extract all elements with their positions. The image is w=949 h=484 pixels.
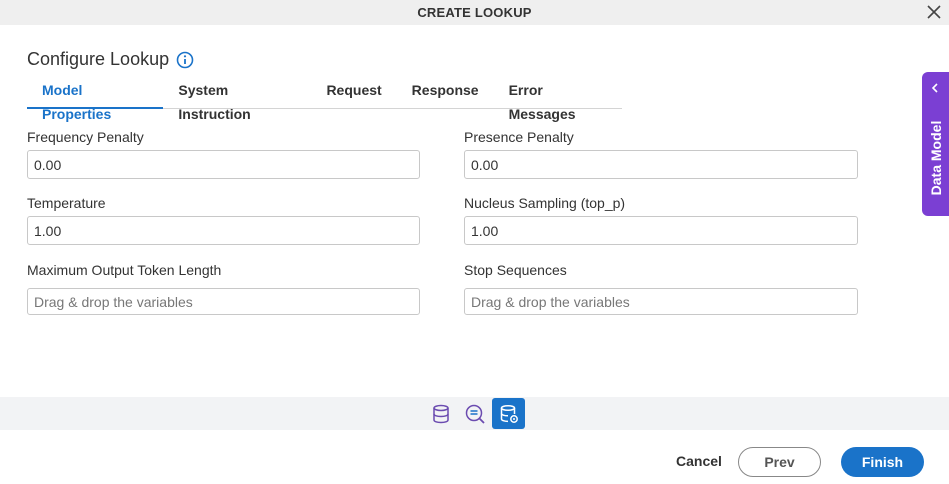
dialog-title-bar: CREATE LOOKUP	[0, 0, 949, 25]
presence-penalty-input[interactable]	[464, 150, 858, 179]
tab-model-properties[interactable]: Model Properties	[27, 78, 164, 122]
chevron-left-icon	[931, 83, 938, 93]
tab-error-messages[interactable]: Error Messages	[494, 78, 622, 122]
temperature-input[interactable]	[27, 216, 420, 245]
frequency-penalty-input[interactable]	[27, 150, 420, 179]
database-icon	[432, 404, 449, 423]
search-list-button[interactable]	[458, 398, 491, 429]
tab-bar: Model Properties System Instruction Requ…	[27, 78, 622, 122]
frequency-penalty-label: Frequency Penalty	[27, 129, 144, 145]
finish-button[interactable]: Finish	[841, 447, 924, 477]
page-title: Configure Lookup	[27, 49, 170, 69]
presence-penalty-label: Presence Penalty	[464, 129, 574, 145]
search-list-icon	[465, 404, 485, 424]
prev-button[interactable]: Prev	[738, 447, 821, 477]
database-button[interactable]	[424, 398, 457, 429]
database-settings-button[interactable]	[492, 398, 525, 429]
bottom-icon-bar	[0, 397, 949, 430]
database-settings-icon	[500, 404, 518, 423]
dialog-title: CREATE LOOKUP	[417, 5, 532, 20]
nucleus-sampling-label: Nucleus Sampling (top_p)	[464, 195, 626, 211]
data-model-label: Data Model	[927, 120, 944, 196]
close-icon[interactable]	[925, 3, 943, 21]
stop-sequences-label: Stop Sequences	[464, 262, 567, 278]
stop-sequences-input[interactable]	[464, 288, 858, 315]
tab-request[interactable]: Request	[311, 78, 396, 108]
tab-system-instruction[interactable]: System Instruction	[163, 78, 311, 122]
nucleus-sampling-input[interactable]	[464, 216, 858, 245]
tab-response[interactable]: Response	[397, 78, 494, 108]
info-icon[interactable]	[176, 51, 194, 69]
cancel-button[interactable]: Cancel	[676, 453, 722, 469]
max-output-token-label: Maximum Output Token Length	[27, 262, 222, 278]
data-model-panel-toggle[interactable]: Data Model	[922, 72, 949, 216]
temperature-label: Temperature	[27, 195, 106, 211]
max-output-token-input[interactable]	[27, 288, 420, 315]
page-heading: Configure Lookup	[27, 49, 194, 70]
